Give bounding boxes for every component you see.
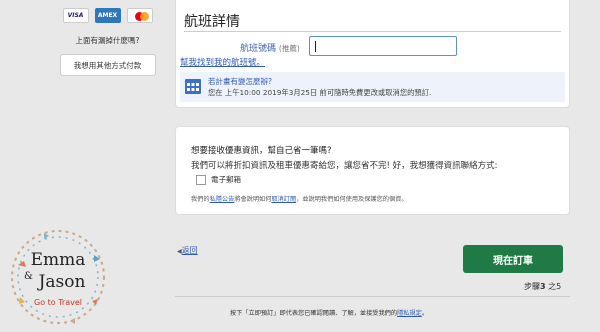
flight-number-label: 航班號碼 (推薦) bbox=[240, 41, 300, 54]
emma-jason-logo: Emma & Jason Go to Travel bbox=[11, 230, 105, 324]
card-logos: VISA AMEX bbox=[40, 0, 175, 23]
logo-tagline: Go to Travel bbox=[34, 298, 82, 307]
offers-subtext: 我們可以將折扣資訊及租車優惠寄給您，讓您省不完! 好，我想獲得資訊聯絡方式: bbox=[191, 161, 498, 171]
flight-details-card: 航班詳情 航班號碼 (推薦) 幫我找到我的航班號。 若計畫有變怎麼辦? 您在 上… bbox=[175, 0, 570, 108]
flight-number-input[interactable] bbox=[309, 36, 457, 56]
privacy-notice: 我們的私隱公告將會說明如何取消訂閱，並說明我們如何使用及保護您的個資。 bbox=[191, 194, 408, 203]
logo-line2: Jason bbox=[37, 272, 86, 292]
offers-card: 想要接收優惠資訊，幫自己省一筆嗎? 我們可以將折扣資訊及租車優惠寄給您，讓您省不… bbox=[175, 126, 570, 215]
flight-number-optional: (推薦) bbox=[278, 44, 300, 53]
flight-details-title: 航班詳情 bbox=[184, 14, 240, 30]
step-pre: 步驟 bbox=[524, 282, 540, 291]
flight-number-label-text: 航班號碼 bbox=[240, 44, 277, 54]
terms-body: 按下「立即預訂」即代表您已確認閱讀、了解，並接受我們的 bbox=[230, 310, 398, 317]
payment-sidebar: VISA AMEX 上面有漏掉什麼嗎? 我想用其他方式付款 bbox=[40, 0, 175, 76]
logo-line1: Emma bbox=[31, 250, 86, 270]
missing-question: 上面有漏掉什麼嗎? bbox=[75, 36, 140, 45]
email-checkbox-row[interactable]: 電子郵箱 bbox=[196, 174, 241, 185]
terms-text: 按下「立即預訂」即代表您已確認閱讀、了解，並接受我們的隱私規定。 bbox=[230, 308, 428, 317]
back-link[interactable]: ◀返回 bbox=[177, 245, 198, 256]
back-label: 返回 bbox=[181, 246, 198, 255]
footer-divider bbox=[175, 296, 570, 297]
mastercard-icon bbox=[126, 8, 153, 23]
calendar-icon bbox=[185, 79, 201, 94]
amex-icon: AMEX bbox=[94, 8, 121, 23]
privacy-mid: 將會說明如何 bbox=[234, 196, 272, 203]
visa-icon: VISA bbox=[62, 8, 89, 23]
step-mid: 之 bbox=[545, 282, 557, 291]
privacy-link[interactable]: 私隱公告 bbox=[210, 196, 235, 203]
privacy-pre: 我們的 bbox=[191, 196, 210, 203]
offers-question: 想要接收優惠資訊，幫自己省一筆嗎? bbox=[191, 146, 332, 156]
step-total: 5 bbox=[556, 282, 562, 291]
terms-end: 。 bbox=[421, 310, 428, 317]
email-checkbox-label: 電子郵箱 bbox=[211, 175, 241, 184]
find-flight-number-link[interactable]: 幫我找到我的航班號。 bbox=[180, 56, 265, 68]
notice-title: 若計畫有變怎麼辦? bbox=[208, 77, 272, 86]
divider bbox=[184, 31, 561, 32]
email-checkbox[interactable] bbox=[196, 174, 206, 185]
unsubscribe-link[interactable]: 取消訂閱 bbox=[271, 196, 296, 203]
privacy-post: ，並說明我們如何使用及保護您的個資。 bbox=[296, 196, 408, 203]
change-plans-notice: 若計畫有變怎麼辦? 您在 上午10:00 2019年3月25日 前可隨時免費更改… bbox=[180, 72, 565, 102]
notice-text: 您在 上午10:00 2019年3月25日 前可隨時免費更改或取消您的預訂. bbox=[208, 88, 432, 97]
logo-amp: & bbox=[24, 271, 33, 282]
text-caret bbox=[315, 41, 316, 52]
privacy-rules-link[interactable]: 隱私規定 bbox=[397, 310, 422, 317]
step-indicator: 步驟3 之5 bbox=[524, 281, 561, 292]
other-payment-button[interactable]: 我想用其他方式付款 bbox=[59, 54, 156, 76]
book-now-button[interactable]: 現在訂車 bbox=[463, 245, 563, 273]
